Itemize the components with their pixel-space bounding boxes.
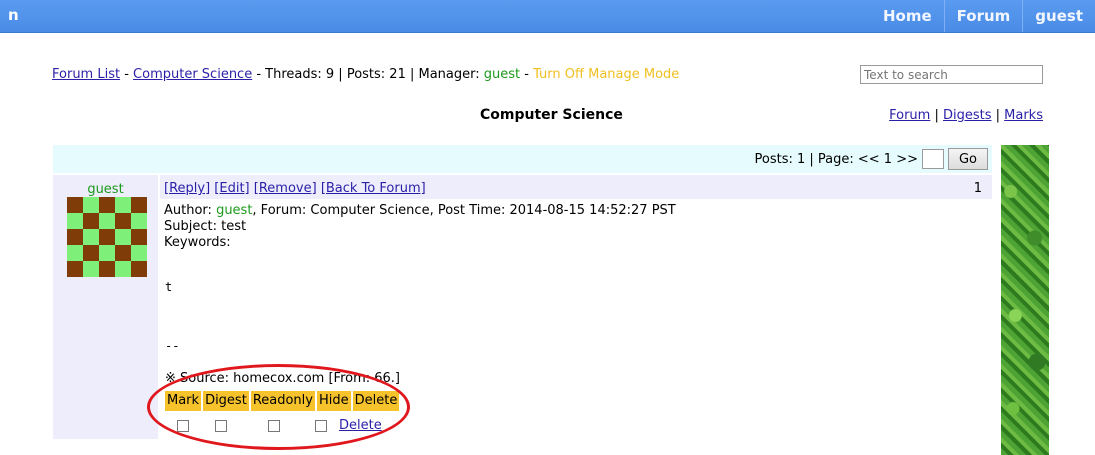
post-author-line: Author: guest, Forum: Computer Science, … — [164, 203, 676, 219]
mark-header: Mark — [165, 391, 202, 411]
page-title: Computer Science — [480, 107, 623, 123]
post-meta: Author: guest, Forum: Computer Science, … — [164, 203, 676, 251]
view-links: Forum | Digests | Marks — [889, 108, 1043, 123]
post: [Reply] [Edit] [Remove] [Back To Forum] … — [160, 175, 992, 199]
remove-link[interactable]: [Remove] — [254, 181, 317, 196]
nav-user[interactable]: guest — [1022, 0, 1095, 32]
pager-bar: Posts: 1 | Page: << 1 >> Go — [53, 145, 992, 173]
manage-headers: Mark Digest Readonly Hide Delete — [165, 391, 400, 411]
top-nav-links: Home Forum guest — [871, 0, 1095, 32]
link-separator: | — [991, 108, 1005, 123]
mark-checkbox[interactable] — [177, 420, 189, 432]
forum-stats: - Threads: 9 | Posts: 21 | Manager: — [252, 67, 484, 82]
manager-name: guest — [483, 67, 521, 82]
forum-list-link[interactable]: Forum List — [52, 67, 120, 82]
manage-mode-toggle[interactable]: Turn Off Manage Mode — [533, 67, 679, 82]
pager: Posts: 1 | Page: << 1 >> Go — [754, 148, 988, 170]
delete-link[interactable]: Delete — [339, 418, 382, 433]
back-to-forum-link[interactable]: [Back To Forum] — [321, 181, 426, 196]
post-header: [Reply] [Edit] [Remove] [Back To Forum] … — [160, 175, 992, 199]
breadcrumb: Forum List - Computer Science - Threads:… — [52, 67, 679, 82]
reply-link[interactable]: [Reply] — [164, 181, 210, 196]
nav-forum[interactable]: Forum — [943, 0, 1023, 32]
edit-link[interactable]: [Edit] — [214, 181, 249, 196]
category-link[interactable]: Computer Science — [133, 67, 252, 82]
post-keywords: Keywords: — [164, 235, 231, 250]
post-signature: -- — [165, 339, 180, 353]
breadcrumb-separator: - — [520, 67, 534, 82]
author-name[interactable]: guest — [53, 182, 158, 197]
breadcrumb-separator: - — [120, 67, 134, 82]
digest-checkbox[interactable] — [215, 420, 227, 432]
author-label: Author: — [164, 203, 217, 218]
digest-header: Digest — [203, 391, 249, 411]
readonly-header: Readonly — [250, 391, 315, 411]
site-logo[interactable]: n — [8, 6, 19, 24]
avatar — [67, 197, 147, 277]
post-author-name[interactable]: guest — [216, 203, 252, 218]
post-source: ※ Source: homecox.com [From: 66.] — [165, 371, 401, 386]
hide-checkbox[interactable] — [315, 420, 327, 432]
decorative-foliage-image — [1001, 145, 1049, 455]
readonly-checkbox[interactable] — [268, 420, 280, 432]
author-panel: guest — [53, 175, 158, 439]
delete-header: Delete — [352, 391, 400, 411]
post-subject: Subject: test — [164, 219, 247, 234]
nav-home[interactable]: Home — [871, 0, 944, 32]
post-body: t — [165, 280, 173, 294]
digests-link[interactable]: Digests — [943, 108, 992, 123]
post-meta-rest: , Forum: Computer Science, Post Time: 20… — [252, 203, 676, 218]
search-input[interactable] — [860, 65, 1043, 84]
marks-link[interactable]: Marks — [1004, 108, 1043, 123]
pager-label: Posts: 1 | Page: << 1 >> — [754, 151, 919, 167]
hide-header: Hide — [316, 391, 351, 411]
go-button[interactable]: Go — [948, 148, 988, 170]
link-separator: | — [930, 108, 943, 123]
forum-view-link[interactable]: Forum — [889, 108, 930, 123]
post-number: 1 — [973, 181, 982, 196]
page-number-input[interactable] — [922, 149, 944, 169]
post-actions: [Reply] [Edit] [Remove] [Back To Forum] — [164, 181, 426, 196]
top-navbar: n Home Forum guest — [0, 0, 1095, 33]
